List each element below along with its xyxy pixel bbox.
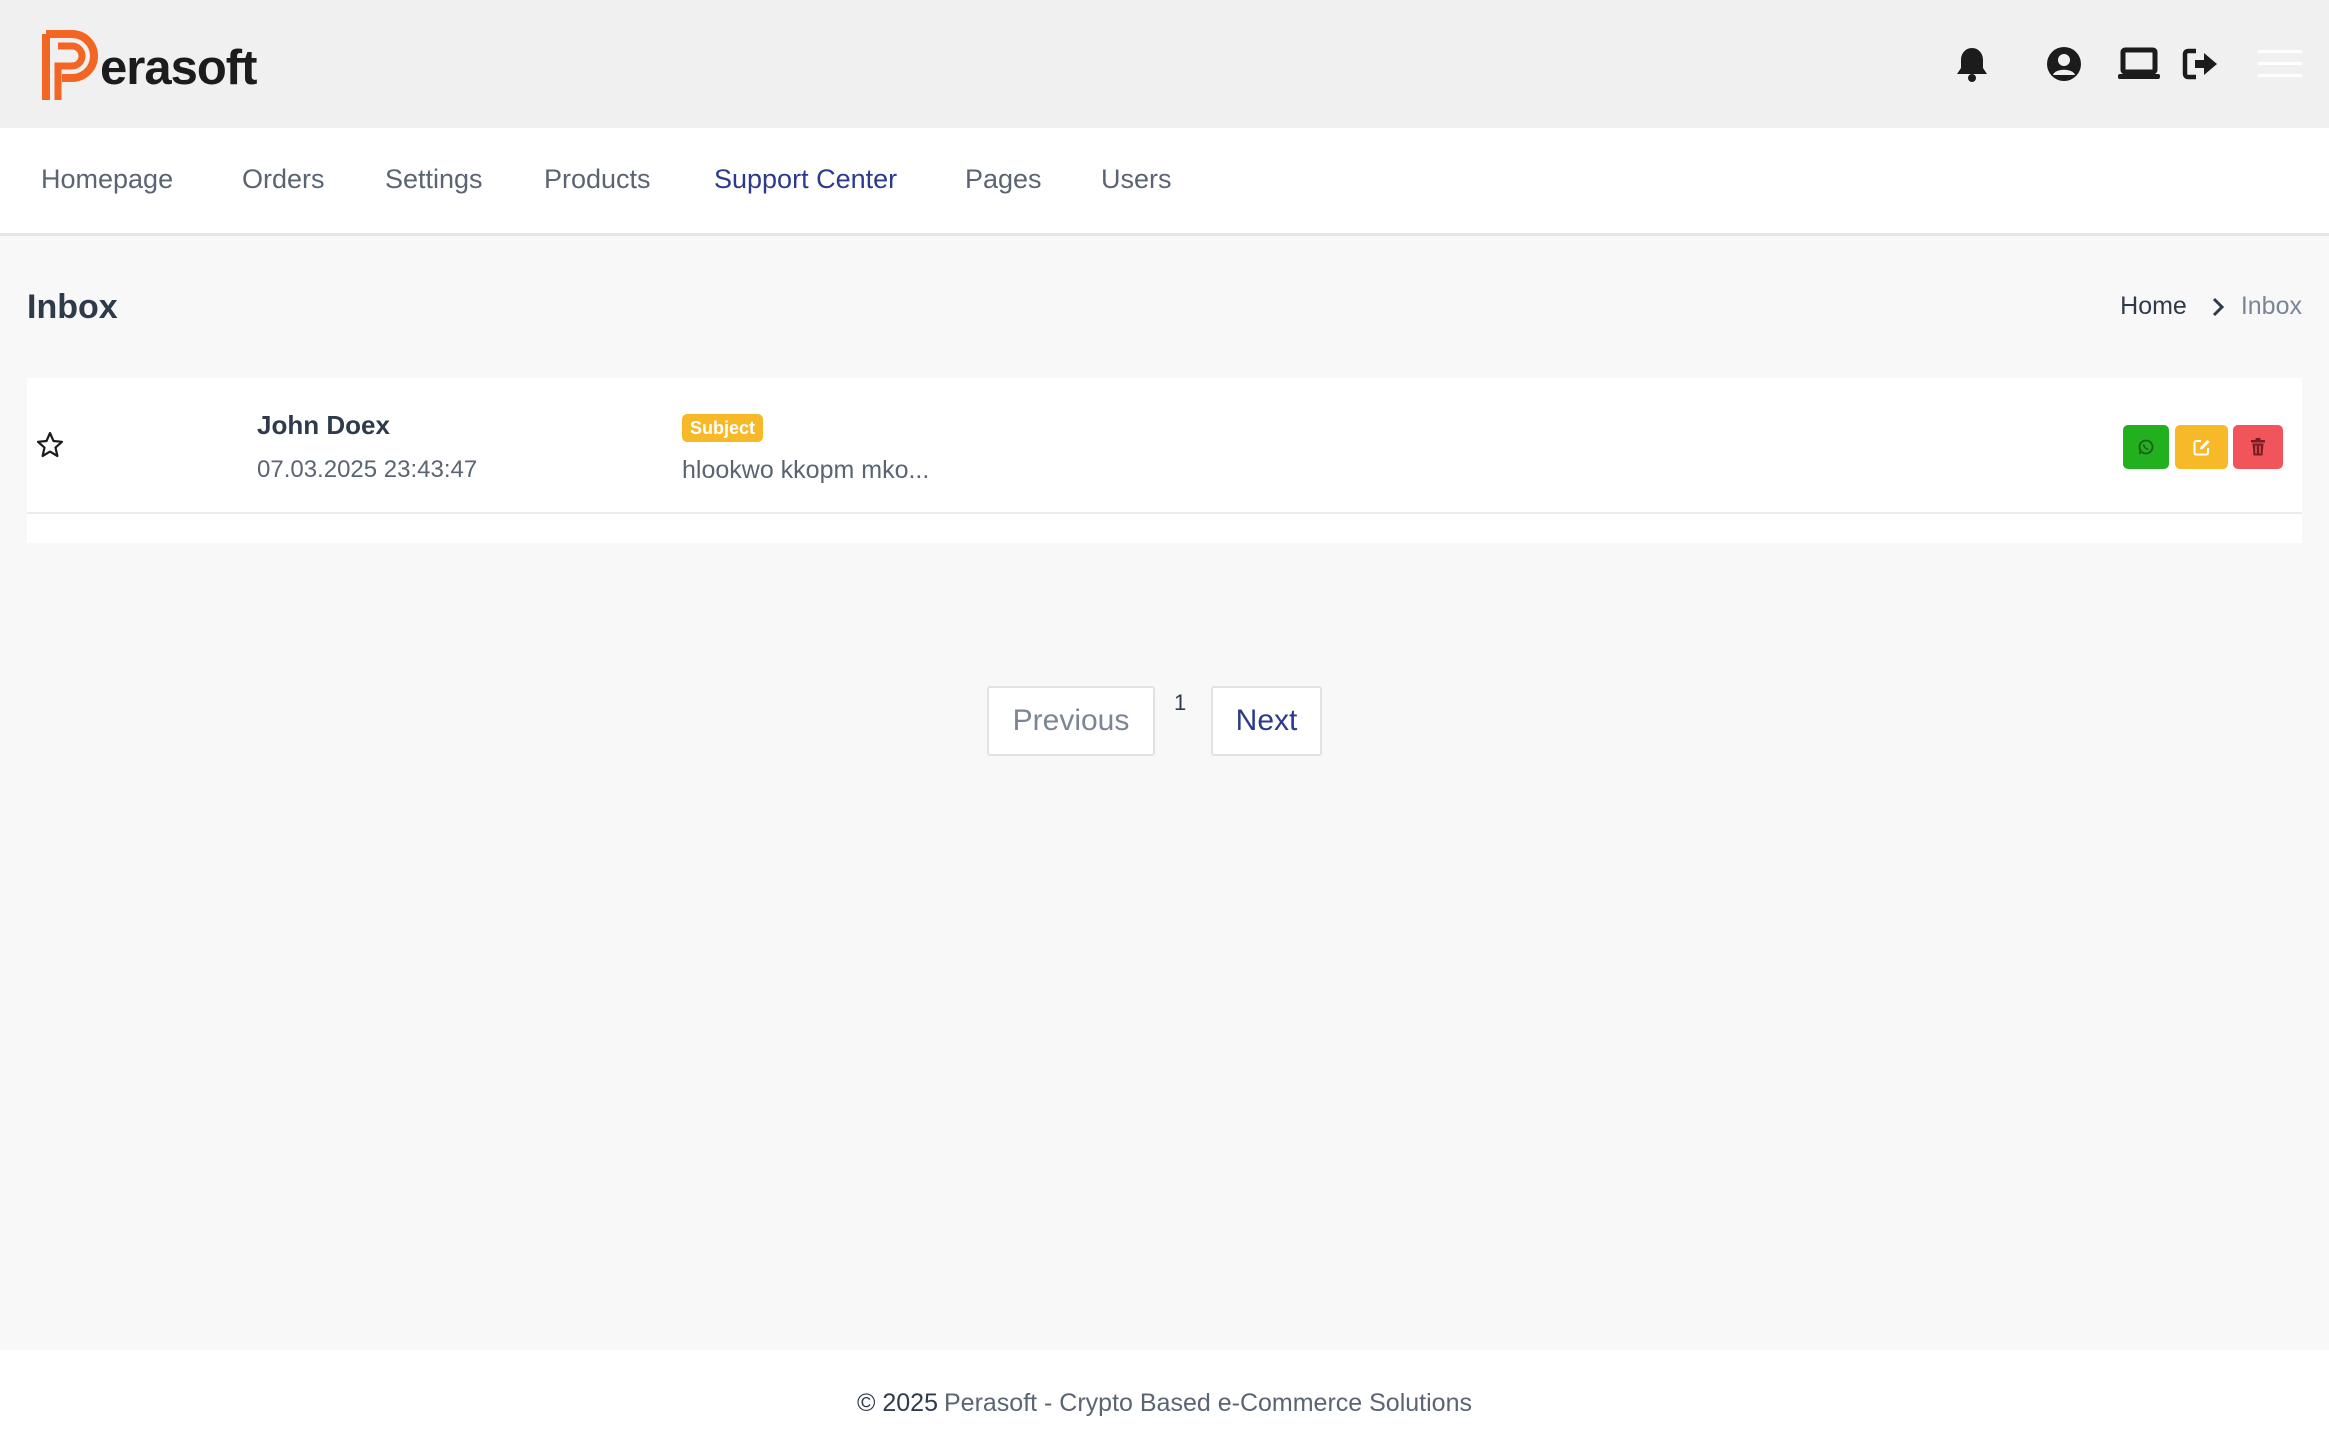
previous-page-button[interactable]: Previous bbox=[987, 686, 1155, 756]
message-date: 07.03.2025 23:43:47 bbox=[257, 456, 478, 483]
whatsapp-button[interactable] bbox=[2123, 425, 2169, 469]
nav-item-settings[interactable]: Settings bbox=[385, 164, 483, 195]
footer-text: Perasoft - Crypto Based e-Commerce Solut… bbox=[943, 1388, 1472, 1417]
main-nav: Homepage Orders Settings Products Suppor… bbox=[0, 128, 2329, 236]
subject-badge: Subject bbox=[682, 414, 764, 442]
nav-item-products[interactable]: Products bbox=[544, 164, 651, 195]
nav-item-orders[interactable]: Orders bbox=[242, 164, 325, 195]
top-header: erasoft bbox=[0, 0, 2329, 128]
edit-button[interactable] bbox=[2175, 425, 2228, 469]
page-title: Inbox bbox=[27, 288, 118, 326]
breadcrumb-home-link[interactable]: Home bbox=[2120, 292, 2187, 321]
next-page-button[interactable]: Next bbox=[1211, 686, 1322, 756]
delete-button[interactable] bbox=[2233, 425, 2283, 469]
header-actions bbox=[0, 40, 2329, 88]
nav-item-pages[interactable]: Pages bbox=[965, 164, 1042, 195]
inbox-card: John Doex 07.03.2025 23:43:47 Subject hl… bbox=[27, 378, 2302, 543]
message-sender: John Doex bbox=[257, 410, 390, 440]
user-circle-icon[interactable] bbox=[2040, 40, 2088, 88]
message-snippet[interactable]: hlookwo kkopm mko... bbox=[682, 456, 929, 485]
chevron-right-icon bbox=[2211, 296, 2225, 318]
star-icon[interactable] bbox=[35, 430, 65, 460]
inbox-row[interactable]: John Doex 07.03.2025 23:43:47 Subject hl… bbox=[27, 378, 2302, 514]
logout-icon[interactable] bbox=[2177, 40, 2225, 88]
hamburger-menu-icon[interactable] bbox=[2254, 40, 2306, 88]
page-number[interactable]: 1 bbox=[1174, 690, 1186, 716]
footer-copyright: © 2025 bbox=[857, 1388, 938, 1417]
breadcrumb-current: Inbox bbox=[2240, 292, 2302, 320]
whatsapp-icon bbox=[2138, 439, 2154, 455]
bell-icon[interactable] bbox=[1948, 40, 1996, 88]
footer: © 2025 Perasoft - Crypto Based e-Commerc… bbox=[0, 1350, 2329, 1456]
edit-icon bbox=[2193, 439, 2210, 456]
laptop-icon[interactable] bbox=[2115, 40, 2163, 88]
breadcrumb: Home Inbox bbox=[2120, 292, 2302, 321]
nav-item-homepage[interactable]: Homepage bbox=[41, 164, 173, 195]
trash-icon bbox=[2251, 438, 2265, 456]
nav-item-support-center[interactable]: Support Center bbox=[714, 164, 897, 195]
nav-item-users[interactable]: Users bbox=[1101, 164, 1172, 195]
